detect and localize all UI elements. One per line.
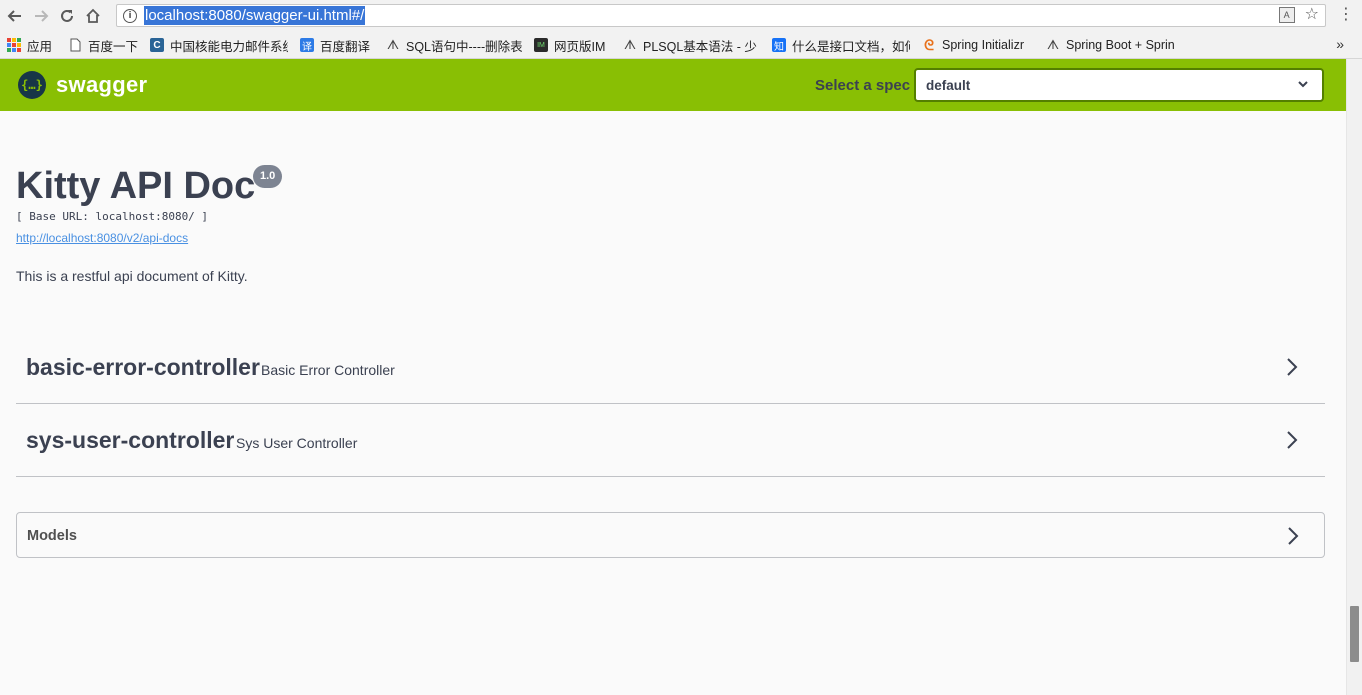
url-text[interactable]: localhost:8080/swagger-ui.html#/	[144, 6, 366, 25]
wolf-icon: ᗑ	[386, 37, 400, 52]
api-docs-link[interactable]: http://localhost:8080/v2/api-docs	[16, 231, 188, 245]
spring-icon: ᘓ	[924, 36, 934, 53]
tag-description: Basic Error Controller	[261, 362, 395, 378]
models-section[interactable]: Models	[16, 512, 1325, 558]
bookmark-star-icon[interactable]: ☆	[1305, 7, 1319, 23]
reload-icon[interactable]	[56, 5, 78, 27]
bookmark-sql[interactable]: ᗑ SQL语句中----删除表	[386, 32, 522, 58]
bookmark-apps[interactable]: 应用	[7, 32, 63, 58]
page-title: Kitty API Doc	[16, 165, 256, 207]
bookmark-label: 百度翻译	[320, 39, 371, 54]
models-title: Models	[27, 528, 77, 544]
api-description: This is a restful api document of Kitty.	[16, 268, 248, 284]
bookmark-label: Spring Initializr	[942, 38, 1024, 52]
bookmark-baidu[interactable]: 百度一下	[68, 32, 142, 58]
tag-description: Sys User Controller	[236, 435, 358, 451]
im-icon: IM	[534, 38, 548, 52]
bookmark-mail[interactable]: C 中国核能电力邮件系统	[150, 32, 288, 58]
version-badge: 1.0	[253, 165, 283, 188]
back-arrow-icon[interactable]	[4, 5, 26, 27]
spec-selected-value: default	[926, 77, 971, 93]
bookmark-label: Spring Boot + Sprin	[1066, 38, 1175, 52]
bookmark-label: 百度一下	[88, 39, 139, 54]
tag-basic-error-controller[interactable]: basic-error-controller Basic Error Contr…	[16, 332, 1325, 404]
translate-icon[interactable]: A	[1278, 7, 1295, 23]
swagger-logo-icon: {…}	[18, 71, 46, 99]
swagger-topbar: {…} swagger Select a spec default	[0, 59, 1346, 111]
browser-menu-icon[interactable]: ⋮	[1338, 6, 1354, 24]
forward-arrow-icon[interactable]	[30, 5, 52, 27]
address-bar[interactable]: i localhost:8080/swagger-ui.html#/ A ☆	[116, 4, 1326, 27]
tag-name: sys-user-controller	[26, 427, 235, 453]
page-scrollbar[interactable]	[1346, 59, 1362, 695]
zhihu-icon: 知	[772, 38, 786, 53]
c-icon: C	[150, 38, 164, 52]
more-bookmarks-icon[interactable]: »	[1336, 36, 1344, 52]
spec-select[interactable]: default	[914, 68, 1324, 102]
info-icon[interactable]: i	[123, 8, 137, 23]
bookmark-zhihu[interactable]: 知 什么是接口文档，如何	[772, 32, 910, 58]
base-url: [ Base URL: localhost:8080/ ]	[16, 210, 209, 223]
scrollbar-thumb[interactable]	[1350, 606, 1359, 662]
bookmark-spring-boot[interactable]: ᗑ Spring Boot + Sprin	[1046, 32, 1182, 58]
bookmark-label: 网页版IM	[554, 39, 606, 54]
home-icon[interactable]	[82, 5, 104, 27]
bookmark-label: 中国核能电力邮件系统	[170, 39, 288, 54]
bookmark-label: SQL语句中----删除表	[406, 39, 522, 54]
tag-name: basic-error-controller	[26, 354, 260, 380]
browser-toolbar: i localhost:8080/swagger-ui.html#/ A ☆ ⋮	[0, 0, 1362, 32]
chevron-right-icon	[1288, 527, 1299, 545]
bookmark-label: 应用	[27, 39, 53, 54]
tag-sys-user-controller[interactable]: sys-user-controller Sys User Controller	[16, 405, 1325, 477]
apps-grid-icon	[7, 38, 21, 52]
brand-name: swagger	[56, 72, 148, 97]
wolf-icon: ᗑ	[1046, 37, 1060, 52]
spec-label: Select a spec	[815, 77, 911, 94]
bookmark-fanyi[interactable]: 译 百度翻译	[300, 32, 378, 58]
bookmark-label: PLSQL基本语法 - 少	[643, 39, 757, 54]
bookmark-im[interactable]: IM 网页版IM	[534, 32, 614, 58]
bookmark-label: 什么是接口文档，如何	[792, 39, 910, 54]
wolf-icon: ᗑ	[623, 37, 637, 52]
bookmarks-bar: 应用 百度一下 C 中国核能电力邮件系统 译 百度翻译 ᗑ SQL语句中----…	[0, 32, 1362, 59]
bookmark-plsql[interactable]: ᗑ PLSQL基本语法 - 少	[623, 32, 759, 58]
chevron-down-icon	[1298, 81, 1308, 88]
page-icon	[68, 38, 82, 52]
translate-icon: 译	[300, 38, 314, 53]
bookmark-spring-initializr[interactable]: ᘓ Spring Initializr	[922, 32, 1036, 58]
swagger-logo[interactable]: {…} swagger	[18, 71, 147, 99]
chevron-right-icon	[1287, 358, 1298, 376]
chevron-right-icon	[1287, 431, 1298, 449]
